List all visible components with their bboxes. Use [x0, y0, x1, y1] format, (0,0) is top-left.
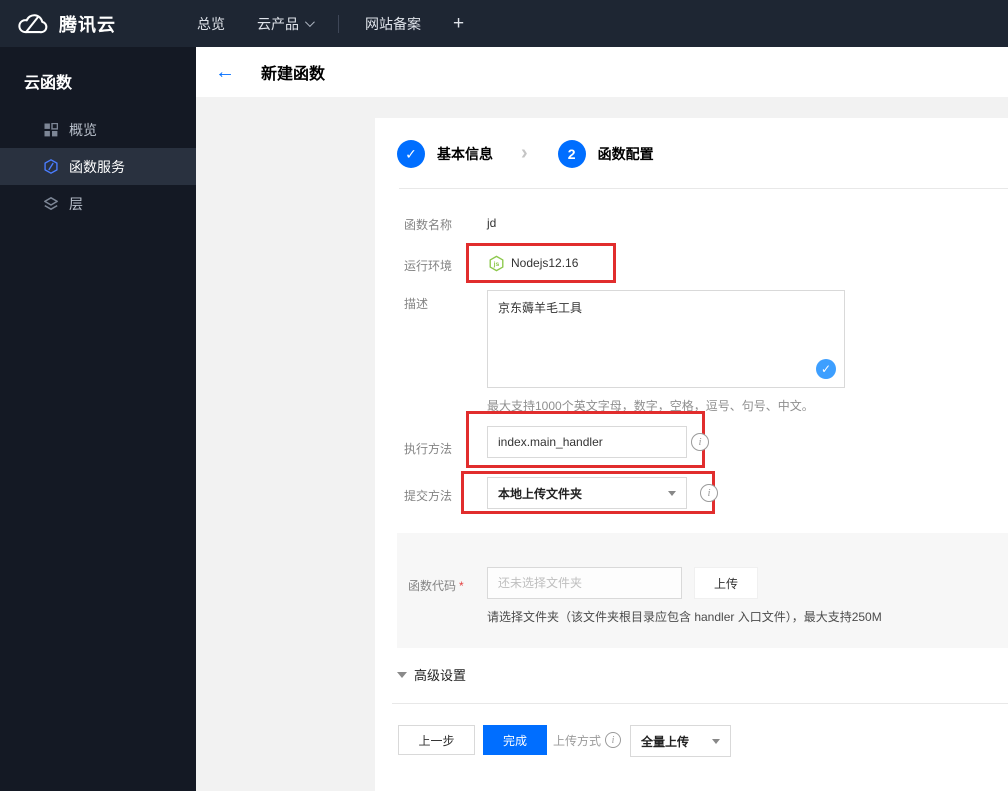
upload-mode-info-icon[interactable]: i [605, 732, 622, 748]
function-name-label: 函数名称 [404, 218, 453, 232]
upload-mode-label: 上传方式 [553, 733, 602, 748]
topnav-item-label: 网站备案 [365, 15, 421, 32]
runtime-value: js Nodejs12.16 [488, 253, 578, 273]
handler-input[interactable] [487, 426, 687, 458]
folder-path-input [487, 567, 682, 599]
submit-method-select[interactable]: 本地上传文件夹 [487, 477, 687, 509]
sidebar: 云函数 概览 函数服务 层 [0, 47, 196, 791]
submit-method-label: 提交方法 [404, 489, 453, 503]
layers-icon [43, 196, 59, 212]
topnav-item-label: 云产品 [257, 15, 299, 32]
page-header: ← 新建函数 [196, 47, 1008, 97]
scf-hexagon-icon [43, 159, 59, 175]
sidebar-item-function-service[interactable]: 函数服务 [0, 148, 196, 185]
description-field-wrap: 京东薅羊毛工具 ✓ [487, 290, 845, 388]
step1-label: 基本信息 [437, 146, 493, 162]
description-textarea[interactable]: 京东薅羊毛工具 [487, 290, 845, 388]
sidebar-item-label: 层 [69, 195, 83, 212]
divider [399, 188, 1008, 189]
topnav-item-products[interactable]: 云产品 [241, 0, 328, 47]
topnav-item-overview[interactable]: 总览 [181, 0, 241, 47]
function-name-value: jd [487, 216, 497, 230]
sidebar-item-label: 概览 [69, 121, 97, 138]
description-hint: 最大支持1000个英文字母，数字，空格，逗号、句号、中文。 [487, 399, 814, 413]
valid-check-icon: ✓ [816, 359, 836, 379]
grid-icon [43, 122, 59, 138]
advanced-settings-toggle[interactable]: 高级设置 [397, 665, 466, 684]
back-arrow-icon[interactable]: ← [215, 62, 235, 82]
topnav-items: 总览 云产品 网站备案 + [181, 0, 480, 47]
finish-button[interactable]: 完成 [483, 725, 547, 755]
svg-text:js: js [493, 261, 500, 268]
sidebar-title: 云函数 [24, 75, 73, 92]
chevron-down-icon [304, 17, 315, 28]
caret-down-icon [668, 490, 676, 496]
function-code-label-text: 函数代码 [408, 579, 457, 593]
nodejs-icon: js [489, 255, 504, 271]
upload-mode-value: 全量上传 [641, 734, 690, 749]
caret-down-icon [712, 738, 720, 744]
upload-mode-group: 上传方式 i [553, 725, 622, 755]
submit-method-value: 本地上传文件夹 [498, 486, 583, 501]
topnav-divider [338, 14, 339, 33]
divider [392, 703, 1008, 704]
step2-number: 2 [557, 140, 586, 168]
sidebar-item-overview[interactable]: 概览 [0, 111, 196, 148]
function-code-hint: 请选择文件夹（该文件夹根目录应包含 handler 入口文件），最大支持250M [487, 610, 882, 624]
tencent-cloud-brand[interactable]: 腾讯云 [0, 11, 181, 37]
upload-mode-select[interactable]: 全量上传 [630, 725, 731, 757]
handler-label: 执行方法 [404, 442, 453, 456]
step-indicator: ✓ 基本信息 › 2 函数配置 [397, 140, 654, 168]
sidebar-item-layers[interactable]: 层 [0, 185, 196, 222]
advanced-settings-label: 高级设置 [414, 668, 467, 683]
handler-info-icon[interactable]: i [691, 433, 709, 451]
runtime-value-text: Nodejs12.16 [511, 256, 579, 270]
function-code-label: 函数代码 * [408, 577, 464, 594]
description-label: 描述 [404, 297, 429, 311]
brand-name: 腾讯云 [59, 14, 116, 35]
required-star: * [459, 579, 464, 593]
topnav-item-icp[interactable]: 网站备案 [349, 0, 437, 47]
submit-method-info-icon[interactable]: i [700, 484, 718, 502]
previous-step-button[interactable]: 上一步 [398, 725, 475, 755]
top-navbar: 腾讯云 总览 云产品 网站备案 + [0, 0, 1008, 47]
page-title: 新建函数 [261, 66, 326, 83]
create-function-card: ✓ 基本信息 › 2 函数配置 函数名称 jd 运行环境 js Nodejs12… [375, 118, 1008, 791]
step1-check-icon: ✓ [397, 140, 425, 168]
sidebar-item-label: 函数服务 [69, 158, 125, 175]
step2-label: 函数配置 [597, 146, 654, 162]
add-tab-button[interactable]: + [437, 13, 480, 35]
step-chevron-icon: › [521, 141, 528, 164]
tencent-cloud-logo-icon [18, 13, 48, 33]
topnav-item-label: 总览 [197, 15, 225, 32]
triangle-down-icon [397, 671, 407, 678]
runtime-label: 运行环境 [404, 259, 453, 273]
page: 腾讯云 总览 云产品 网站备案 + 云函数 概览 函数服务 层 ← 新建函数 ✓… [0, 0, 1008, 791]
upload-button[interactable]: 上传 [694, 567, 758, 599]
